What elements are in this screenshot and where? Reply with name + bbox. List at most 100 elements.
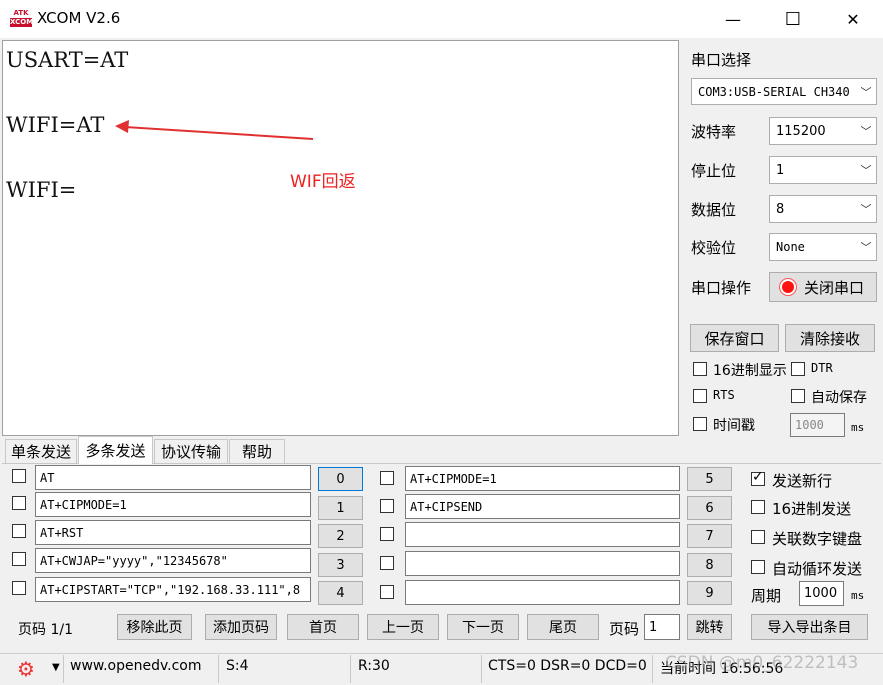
maximize-icon: ☐	[784, 8, 802, 30]
period-ms-unit: ms	[851, 589, 865, 602]
status-separator	[652, 655, 653, 683]
auto-save-checkbox[interactable]	[791, 389, 805, 403]
rts-label: RTS	[713, 388, 735, 402]
send-item-checkbox[interactable]	[12, 469, 26, 483]
receive-line: WIFI=AT	[6, 113, 105, 137]
port-select[interactable]: COM3:USB-SERIAL CH340 ﹀	[691, 78, 877, 105]
send-newline-checkbox[interactable]	[751, 469, 765, 486]
close-port-button[interactable]: 关闭串口	[769, 272, 877, 302]
send-item-button[interactable]: 6	[687, 496, 732, 520]
save-window-button[interactable]: 保存窗口	[690, 324, 779, 352]
app-logo-icon: ATK XCOM	[10, 9, 34, 27]
send-item-button[interactable]: 7	[687, 524, 732, 548]
rts-checkbox[interactable]	[693, 389, 707, 403]
jump-button[interactable]: 跳转	[687, 614, 732, 640]
timestamp-label: 时间戳	[713, 418, 755, 434]
status-separator	[350, 655, 351, 683]
send-item-checkbox[interactable]	[12, 552, 26, 566]
send-item-input[interactable]	[405, 522, 680, 547]
receive-textarea[interactable]: USART=AT WIFI=AT WIFI=	[2, 40, 679, 436]
status-separator	[481, 655, 482, 683]
send-item-input[interactable]: AT+CWJAP="yyyy","12345678"	[35, 548, 311, 573]
link-keypad-label: 关联数字键盘	[772, 530, 863, 548]
dtr-checkbox[interactable]	[791, 362, 805, 376]
annotation-label: WIF回返	[290, 172, 356, 192]
parity-label: 校验位	[691, 239, 737, 257]
stopbit-select[interactable]: 1 ﹀	[769, 156, 877, 184]
send-item-checkbox[interactable]	[12, 496, 26, 510]
close-icon: ✕	[846, 9, 860, 29]
page-indicator: 页码 1/1	[18, 622, 73, 638]
status-url-link[interactable]: www.openedv.com	[70, 658, 202, 674]
send-item-button[interactable]: 1	[318, 496, 363, 520]
send-item-checkbox[interactable]	[12, 581, 26, 595]
first-page-button[interactable]: 首页	[287, 614, 359, 640]
auto-save-label: 自动保存	[811, 390, 867, 406]
last-page-button[interactable]: 尾页	[527, 614, 599, 640]
chevron-down-icon: ﹀	[860, 125, 872, 138]
send-item-checkbox[interactable]	[380, 585, 394, 599]
minimize-icon: —	[725, 9, 741, 29]
send-item-input[interactable]: AT+CIPMODE=1	[35, 492, 311, 517]
send-item-checkbox[interactable]	[380, 471, 394, 485]
send-item-checkbox[interactable]	[380, 527, 394, 541]
port-op-label: 串口操作	[691, 279, 752, 297]
send-item-input[interactable]: AT+CIPSTART="TCP","192.168.33.111",8	[35, 577, 311, 602]
tab-multi-send[interactable]: 多条发送	[78, 436, 153, 464]
stopbit-label: 停止位	[691, 162, 737, 180]
send-item-button[interactable]: 3	[318, 553, 363, 577]
hex-send-checkbox[interactable]	[751, 500, 765, 514]
parity-select[interactable]: None ﹀	[769, 233, 877, 261]
status-lines: CTS=0 DSR=0 DCD=0	[488, 658, 647, 674]
auto-loop-checkbox[interactable]	[751, 560, 765, 574]
send-item-input[interactable]: AT+RST	[35, 520, 311, 545]
send-item-button[interactable]: 8	[687, 553, 732, 577]
chevron-down-icon: ﹀	[860, 203, 872, 216]
send-item-input[interactable]	[405, 580, 680, 605]
databit-select[interactable]: 8 ﹀	[769, 195, 877, 223]
minimize-button[interactable]: —	[703, 0, 763, 38]
timestamp-checkbox[interactable]	[693, 417, 707, 431]
next-page-button[interactable]: 下一页	[447, 614, 519, 640]
import-export-button[interactable]: 导入导出条目	[751, 614, 868, 640]
maximize-button[interactable]: ☐	[763, 0, 823, 38]
link-keypad-checkbox[interactable]	[751, 530, 765, 544]
send-item-button[interactable]: 4	[318, 581, 363, 605]
close-button[interactable]: ✕	[823, 0, 883, 38]
prev-page-button[interactable]: 上一页	[367, 614, 439, 640]
auto-loop-label: 自动循环发送	[772, 560, 863, 578]
hex-display-checkbox[interactable]	[693, 362, 707, 376]
hex-send-label: 16进制发送	[772, 500, 852, 518]
tab-protocol[interactable]: 协议传输	[154, 439, 228, 463]
tab-help[interactable]: 帮助	[229, 439, 285, 463]
period-input[interactable]: 1000	[799, 581, 844, 606]
send-item-checkbox[interactable]	[380, 499, 394, 513]
status-recv-count: R:30	[358, 658, 390, 674]
window-title: XCOM V2.6	[37, 9, 121, 27]
send-item-button[interactable]: 9	[687, 581, 732, 605]
send-item-input[interactable]: AT+CIPSEND	[405, 494, 680, 519]
send-item-button[interactable]: 2	[318, 524, 363, 548]
send-item-input[interactable]: AT+CIPMODE=1	[405, 466, 680, 491]
send-item-input[interactable]	[405, 551, 680, 576]
chevron-down-icon: ﹀	[860, 85, 872, 99]
dropdown-arrow-icon[interactable]: ▼	[52, 662, 60, 673]
send-item-button[interactable]: 5	[687, 467, 732, 491]
chevron-down-icon: ﹀	[860, 164, 872, 177]
status-separator	[218, 655, 219, 683]
add-page-button[interactable]: 添加页码	[205, 614, 277, 640]
gear-icon[interactable]: ⚙	[17, 657, 35, 681]
send-item-checkbox[interactable]	[12, 524, 26, 538]
timestamp-ms-input[interactable]: 1000	[790, 413, 845, 437]
send-newline-label: 发送新行	[772, 472, 833, 490]
send-item-checkbox[interactable]	[380, 556, 394, 570]
remove-page-button[interactable]: 移除此页	[117, 614, 192, 640]
status-sent-count: S:4	[226, 658, 249, 674]
send-item-input[interactable]: AT	[35, 465, 311, 490]
page-number-input[interactable]: 1	[644, 614, 680, 640]
tab-single-send[interactable]: 单条发送	[5, 439, 77, 463]
baud-select[interactable]: 115200 ﹀	[769, 117, 877, 145]
send-item-button[interactable]: 0	[318, 467, 363, 491]
clear-receive-button[interactable]: 清除接收	[785, 324, 875, 352]
watermark: CSDN @m0_62222143	[665, 653, 859, 673]
